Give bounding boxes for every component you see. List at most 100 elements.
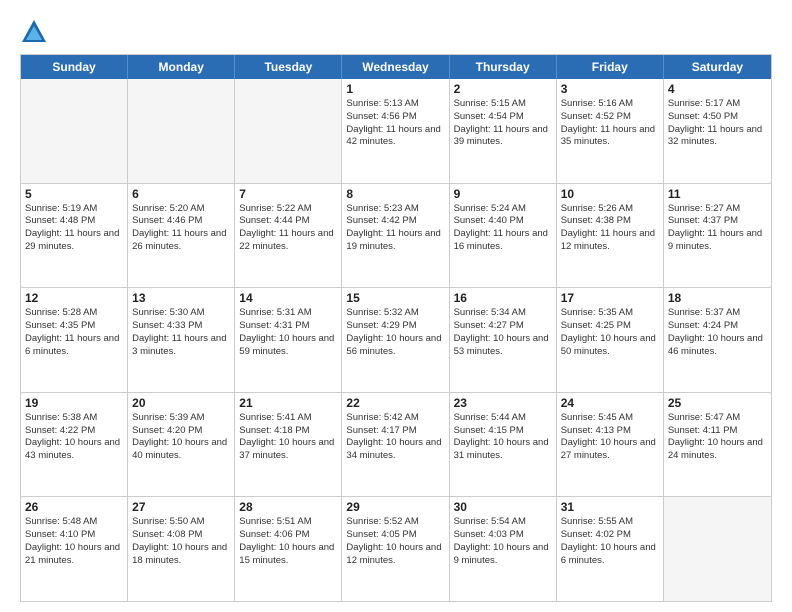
day-number: 11: [668, 187, 767, 201]
calendar-cell: 29 Sunrise: 5:52 AM Sunset: 4:05 PM Dayli…: [342, 497, 449, 601]
calendar-cell: 16Sunrise: 5:34 AM Sunset: 4:27 PM Dayli…: [450, 288, 557, 392]
day-number: 28: [239, 500, 337, 514]
calendar-cell: 1 Sunrise: 5:13 AM Sunset: 4:56 PM Daylig…: [342, 79, 449, 183]
calendar-cell: 7 Sunrise: 5:22 AM Sunset: 4:44 PM Daylig…: [235, 184, 342, 288]
day-number: 22: [346, 396, 444, 410]
calendar-cell: 12 Sunrise: 5:28 AM Sunset: 4:35 PM Dayli…: [21, 288, 128, 392]
day-number: 26: [25, 500, 123, 514]
day-number: 1: [346, 82, 444, 96]
day-number: 9: [454, 187, 552, 201]
day-info: Sunrise: 5:15 AM Sunset: 4:54 PM Dayligh…: [454, 98, 552, 149]
calendar-cell: 28 Sunrise: 5:51 AM Sunset: 4:06 PM Dayli…: [235, 497, 342, 601]
calendar-week-2: 5 Sunrise: 5:19 AM Sunset: 4:48 PM Daylig…: [21, 183, 771, 288]
day-number: 15: [346, 291, 444, 305]
weekday-header-sunday: Sunday: [21, 55, 128, 79]
day-number: 19: [25, 396, 123, 410]
day-info: Sunrise: 5:20 AM Sunset: 4:46 PM Dayligh…: [132, 203, 230, 254]
day-number: 8: [346, 187, 444, 201]
calendar-cell: 10 Sunrise: 5:26 AM Sunset: 4:38 PM Dayli…: [557, 184, 664, 288]
page: SundayMondayTuesdayWednesdayThursdayFrid…: [0, 0, 792, 612]
day-info: Sunrise: 5:38 AM Sunset: 4:22 PM Dayligh…: [25, 412, 123, 463]
calendar-cell: 25 Sunrise: 5:47 AM Sunset: 4:11 PM Dayli…: [664, 393, 771, 497]
day-number: 3: [561, 82, 659, 96]
calendar-cell: [664, 497, 771, 601]
calendar-cell: 27Sunrise: 5:50 AM Sunset: 4:08 PM Dayli…: [128, 497, 235, 601]
calendar-cell: [21, 79, 128, 183]
day-number: 31: [561, 500, 659, 514]
day-number: 4: [668, 82, 767, 96]
weekday-header-friday: Friday: [557, 55, 664, 79]
day-info: Sunrise: 5:48 AM Sunset: 4:10 PM Dayligh…: [25, 516, 123, 567]
day-number: 5: [25, 187, 123, 201]
header: [20, 18, 772, 46]
day-number: 2: [454, 82, 552, 96]
day-info: Sunrise: 5:52 AM Sunset: 4:05 PM Dayligh…: [346, 516, 444, 567]
day-number: 25: [668, 396, 767, 410]
calendar-cell: 22 Sunrise: 5:42 AM Sunset: 4:17 PM Dayli…: [342, 393, 449, 497]
day-number: 27: [132, 500, 230, 514]
day-info: Sunrise: 5:41 AM Sunset: 4:18 PM Dayligh…: [239, 412, 337, 463]
day-info: Sunrise: 5:13 AM Sunset: 4:56 PM Dayligh…: [346, 98, 444, 149]
calendar-cell: 21 Sunrise: 5:41 AM Sunset: 4:18 PM Dayli…: [235, 393, 342, 497]
day-number: 23: [454, 396, 552, 410]
day-info: Sunrise: 5:44 AM Sunset: 4:15 PM Dayligh…: [454, 412, 552, 463]
day-number: 29: [346, 500, 444, 514]
calendar-header: SundayMondayTuesdayWednesdayThursdayFrid…: [21, 55, 771, 79]
day-number: 30: [454, 500, 552, 514]
day-info: Sunrise: 5:55 AM Sunset: 4:02 PM Dayligh…: [561, 516, 659, 567]
day-number: 6: [132, 187, 230, 201]
weekday-header-monday: Monday: [128, 55, 235, 79]
day-info: Sunrise: 5:27 AM Sunset: 4:37 PM Dayligh…: [668, 203, 767, 254]
day-info: Sunrise: 5:31 AM Sunset: 4:31 PM Dayligh…: [239, 307, 337, 358]
calendar-body: 1 Sunrise: 5:13 AM Sunset: 4:56 PM Daylig…: [21, 79, 771, 601]
logo-icon: [20, 18, 48, 46]
day-info: Sunrise: 5:17 AM Sunset: 4:50 PM Dayligh…: [668, 98, 767, 149]
calendar-cell: 13Sunrise: 5:30 AM Sunset: 4:33 PM Dayli…: [128, 288, 235, 392]
day-number: 20: [132, 396, 230, 410]
calendar-cell: 14 Sunrise: 5:31 AM Sunset: 4:31 PM Dayli…: [235, 288, 342, 392]
day-info: Sunrise: 5:16 AM Sunset: 4:52 PM Dayligh…: [561, 98, 659, 149]
day-info: Sunrise: 5:39 AM Sunset: 4:20 PM Dayligh…: [132, 412, 230, 463]
day-info: Sunrise: 5:35 AM Sunset: 4:25 PM Dayligh…: [561, 307, 659, 358]
day-number: 24: [561, 396, 659, 410]
calendar-cell: 30 Sunrise: 5:54 AM Sunset: 4:03 PM Dayli…: [450, 497, 557, 601]
day-info: Sunrise: 5:23 AM Sunset: 4:42 PM Dayligh…: [346, 203, 444, 254]
day-info: Sunrise: 5:45 AM Sunset: 4:13 PM Dayligh…: [561, 412, 659, 463]
day-info: Sunrise: 5:24 AM Sunset: 4:40 PM Dayligh…: [454, 203, 552, 254]
day-info: Sunrise: 5:34 AM Sunset: 4:27 PM Dayligh…: [454, 307, 552, 358]
calendar-cell: 9 Sunrise: 5:24 AM Sunset: 4:40 PM Daylig…: [450, 184, 557, 288]
day-number: 7: [239, 187, 337, 201]
day-info: Sunrise: 5:28 AM Sunset: 4:35 PM Dayligh…: [25, 307, 123, 358]
calendar-cell: 8 Sunrise: 5:23 AM Sunset: 4:42 PM Daylig…: [342, 184, 449, 288]
calendar-cell: 2 Sunrise: 5:15 AM Sunset: 4:54 PM Daylig…: [450, 79, 557, 183]
day-info: Sunrise: 5:26 AM Sunset: 4:38 PM Dayligh…: [561, 203, 659, 254]
day-info: Sunrise: 5:32 AM Sunset: 4:29 PM Dayligh…: [346, 307, 444, 358]
logo: [20, 18, 52, 46]
day-number: 10: [561, 187, 659, 201]
calendar-cell: 18Sunrise: 5:37 AM Sunset: 4:24 PM Dayli…: [664, 288, 771, 392]
calendar-cell: 24 Sunrise: 5:45 AM Sunset: 4:13 PM Dayli…: [557, 393, 664, 497]
calendar-week-4: 19 Sunrise: 5:38 AM Sunset: 4:22 PM Dayli…: [21, 392, 771, 497]
day-info: Sunrise: 5:37 AM Sunset: 4:24 PM Dayligh…: [668, 307, 767, 358]
day-number: 12: [25, 291, 123, 305]
calendar-cell: 6 Sunrise: 5:20 AM Sunset: 4:46 PM Daylig…: [128, 184, 235, 288]
day-info: Sunrise: 5:51 AM Sunset: 4:06 PM Dayligh…: [239, 516, 337, 567]
calendar-week-5: 26 Sunrise: 5:48 AM Sunset: 4:10 PM Dayli…: [21, 496, 771, 601]
calendar-cell: 19 Sunrise: 5:38 AM Sunset: 4:22 PM Dayli…: [21, 393, 128, 497]
calendar-cell: 20 Sunrise: 5:39 AM Sunset: 4:20 PM Dayli…: [128, 393, 235, 497]
calendar-cell: 4 Sunrise: 5:17 AM Sunset: 4:50 PM Daylig…: [664, 79, 771, 183]
day-info: Sunrise: 5:47 AM Sunset: 4:11 PM Dayligh…: [668, 412, 767, 463]
day-info: Sunrise: 5:22 AM Sunset: 4:44 PM Dayligh…: [239, 203, 337, 254]
day-info: Sunrise: 5:42 AM Sunset: 4:17 PM Dayligh…: [346, 412, 444, 463]
day-info: Sunrise: 5:54 AM Sunset: 4:03 PM Dayligh…: [454, 516, 552, 567]
weekday-header-thursday: Thursday: [450, 55, 557, 79]
weekday-header-wednesday: Wednesday: [342, 55, 449, 79]
calendar-cell: [128, 79, 235, 183]
day-number: 21: [239, 396, 337, 410]
calendar-week-3: 12 Sunrise: 5:28 AM Sunset: 4:35 PM Dayli…: [21, 287, 771, 392]
calendar-week-1: 1 Sunrise: 5:13 AM Sunset: 4:56 PM Daylig…: [21, 79, 771, 183]
day-info: Sunrise: 5:19 AM Sunset: 4:48 PM Dayligh…: [25, 203, 123, 254]
calendar-cell: 5 Sunrise: 5:19 AM Sunset: 4:48 PM Daylig…: [21, 184, 128, 288]
calendar: SundayMondayTuesdayWednesdayThursdayFrid…: [20, 54, 772, 602]
day-number: 14: [239, 291, 337, 305]
